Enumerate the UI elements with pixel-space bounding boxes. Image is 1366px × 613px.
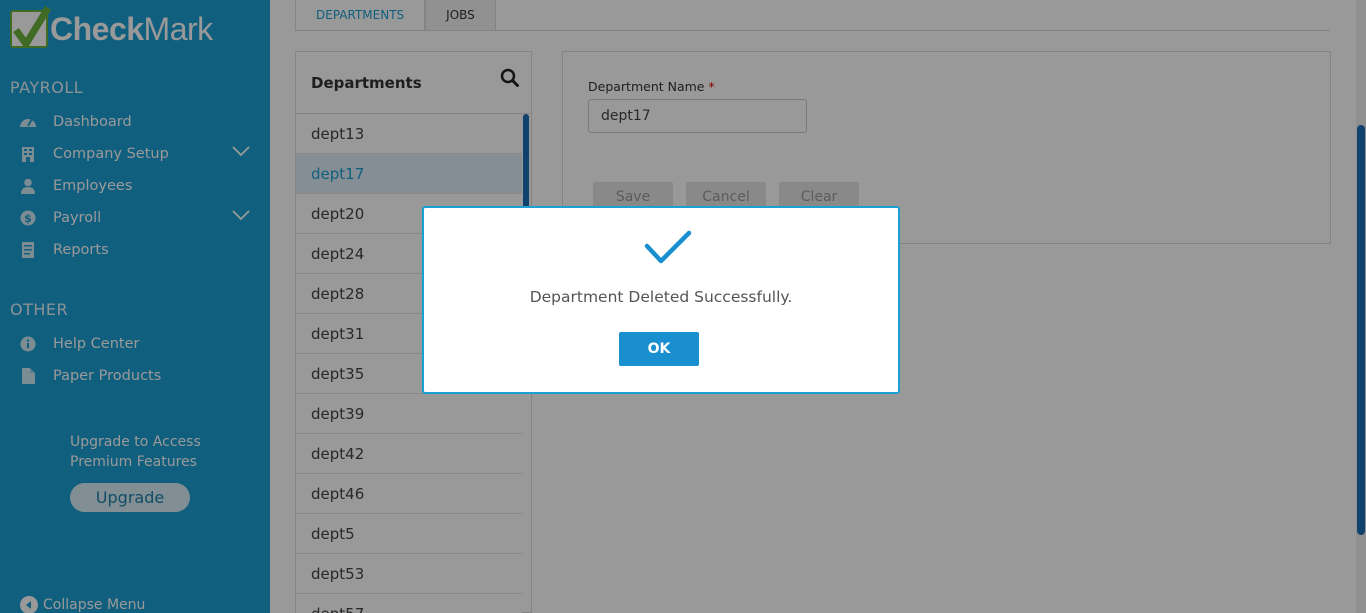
ok-button[interactable]: OK (619, 332, 699, 366)
checkmark-icon (644, 230, 692, 270)
dialog-message: Department Deleted Successfully. (529, 288, 793, 306)
success-dialog: Department Deleted Successfully. OK (422, 206, 900, 394)
